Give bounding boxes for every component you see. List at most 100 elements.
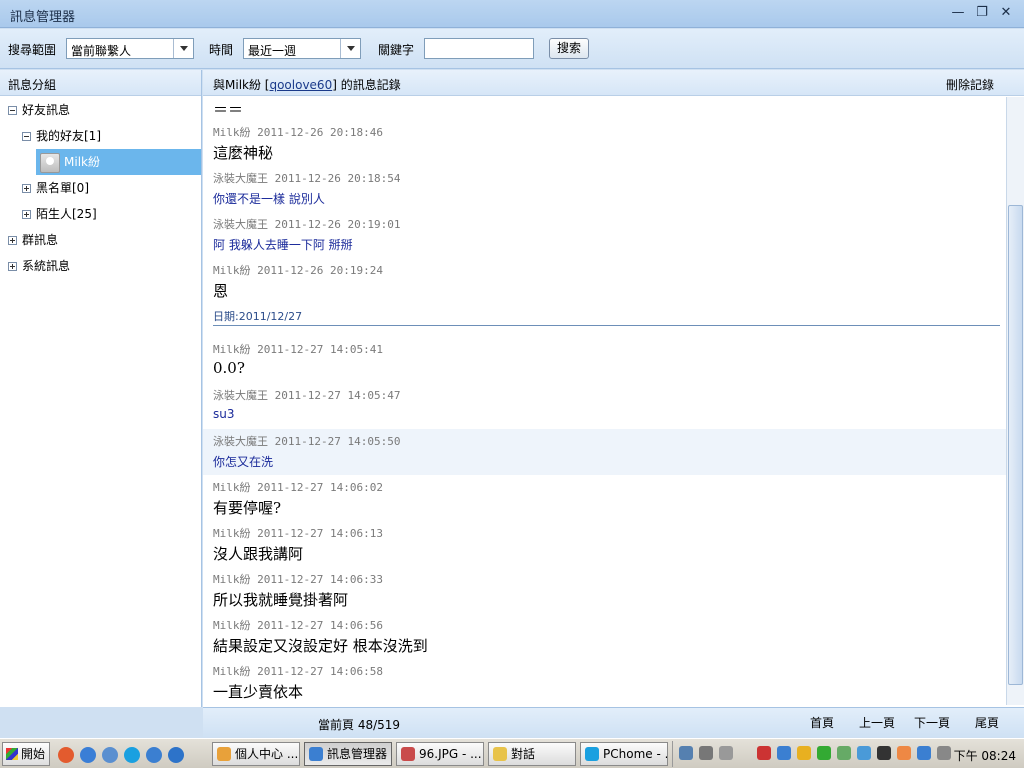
message-meta: Milk紛 2011-12-27 14:05:41: [213, 343, 383, 356]
message-meta: 泳裝大魔王 2011-12-27 14:05:47: [213, 389, 401, 402]
keyword-label: 關鍵字: [378, 43, 415, 57]
tray-icon[interactable]: [699, 746, 713, 760]
search-bar: 搜尋範圍 當前聯繫人 時間 最近一週 關鍵字 搜索: [0, 29, 1024, 69]
message-meta: Milk紛 2011-12-27 14:06:13: [213, 527, 383, 540]
next-page-link[interactable]: 下一頁: [914, 714, 950, 731]
tree-node-contact-milk[interactable]: Milk紛: [36, 149, 201, 175]
tray-icon[interactable]: [777, 746, 791, 760]
avatar: [40, 152, 60, 173]
tray-icon[interactable]: [757, 746, 771, 760]
message-text: su3: [213, 407, 235, 421]
group-tree-header: 訊息分組: [0, 70, 201, 96]
collapse-icon[interactable]: [8, 106, 17, 115]
message-meta: Milk紛 2011-12-27 14:06:02: [213, 481, 383, 494]
tree-node-label: Milk紛: [64, 155, 100, 169]
tree-node-strangers[interactable]: 陌生人[25]: [22, 204, 97, 224]
message-item: Milk紛 2011-12-27 14:06:56 結果設定又沒設定好 根本沒洗…: [203, 617, 1006, 656]
messenger-icon[interactable]: [146, 747, 162, 763]
message-meta: 泳裝大魔王 2011-12-26 20:18:54: [213, 172, 401, 185]
start-button[interactable]: 開始: [2, 742, 50, 766]
task-item[interactable]: 96.JPG - ...: [396, 742, 484, 766]
message-meta: Milk紛 2011-12-27 14:06:58: [213, 665, 383, 678]
tray-icon[interactable]: [817, 746, 831, 760]
message-meta: Milk紛 2011-12-26 20:18:46: [213, 126, 383, 139]
expand-icon[interactable]: [8, 236, 17, 245]
tray-icon[interactable]: [877, 746, 891, 760]
search-button[interactable]: 搜索: [549, 38, 589, 59]
scrollbar-thumb[interactable]: [1008, 205, 1023, 685]
maximize-icon[interactable]: ❐: [974, 5, 990, 21]
chevron-down-icon[interactable]: [340, 39, 360, 58]
title-suffix: ] 的訊息記錄: [332, 78, 401, 92]
keyword-input[interactable]: [424, 38, 534, 59]
message-item: Milk紛 2011-12-27 14:06:13 沒人跟我講阿: [203, 525, 1006, 564]
message-item: Milk紛 2011-12-27 14:06:02 有要停喔?: [203, 479, 1006, 518]
pagination-bar: 當前頁 48/519 首頁 上一頁 下一頁 尾頁: [203, 707, 1024, 737]
message-fragment: ＝＝: [203, 97, 1006, 120]
conversation-header: 與Milk紛 [qoolove60] 的訊息記錄 刪除記錄: [203, 70, 1024, 96]
chevron-down-icon[interactable]: [173, 39, 193, 58]
time-select[interactable]: 最近一週: [243, 38, 361, 59]
tree-node-label: 好友訊息: [22, 103, 71, 117]
message-text: 你怎又在洗: [213, 455, 274, 469]
tray-icon[interactable]: [797, 746, 811, 760]
task-item[interactable]: 對話: [488, 742, 576, 766]
message-item: 泳裝大魔王 2011-12-27 14:05:47 su3: [203, 387, 1006, 421]
tree-node-friend-messages[interactable]: 好友訊息: [8, 100, 70, 120]
close-icon[interactable]: ✕: [998, 5, 1014, 21]
message-item-hovered: 泳裝大魔王 2011-12-27 14:05:50 你怎又在洗: [203, 429, 1006, 475]
tree-node-my-friends[interactable]: 我的好友[1]: [22, 126, 101, 146]
expand-icon[interactable]: [8, 262, 17, 271]
message-meta: Milk紛 2011-12-27 14:06:56: [213, 619, 383, 632]
message-text: 有要停喔?: [213, 499, 282, 517]
contact-id-link[interactable]: qoolove60: [269, 78, 332, 92]
message-text: 0.0?: [213, 359, 245, 377]
tray-icon[interactable]: [937, 746, 951, 760]
tree-node-label: 陌生人[25]: [36, 207, 97, 221]
minimize-icon[interactable]: —: [950, 5, 966, 21]
media-player-icon[interactable]: [80, 747, 96, 763]
tree-node-group-messages[interactable]: 群訊息: [8, 230, 58, 250]
message-text: 這麼神秘: [213, 144, 274, 162]
expand-icon[interactable]: [22, 184, 31, 193]
task-item[interactable]: 個人中心 ...: [212, 742, 300, 766]
taskbar: 開始 個人中心 ... 訊息管理器 96.JPG - ... 對話 PChome…: [0, 738, 1024, 768]
message-text: 結果設定又沒設定好 根本沒洗到: [213, 637, 428, 655]
page-indicator: 當前頁 48/519: [318, 718, 401, 732]
task-item-active[interactable]: 訊息管理器: [304, 742, 392, 766]
prev-page-link[interactable]: 上一頁: [859, 714, 895, 731]
internet-explorer-icon[interactable]: [168, 747, 184, 763]
time-label: 時間: [209, 43, 234, 57]
message-meta: Milk紛 2011-12-27 14:06:33: [213, 573, 383, 586]
task-item[interactable]: PChome - ...: [580, 742, 668, 766]
tree-node-blacklist[interactable]: 黑名單[0]: [22, 178, 89, 198]
scope-select[interactable]: 當前聯繫人: [66, 38, 194, 59]
first-page-link[interactable]: 首頁: [810, 714, 834, 731]
skype-icon[interactable]: [124, 747, 140, 763]
expand-icon[interactable]: [22, 210, 31, 219]
delete-records-button[interactable]: 刪除記錄: [946, 76, 994, 93]
collapse-icon[interactable]: [22, 132, 31, 141]
title-bar: 訊息管理器 — ❐ ✕: [0, 0, 1024, 28]
tray-icon[interactable]: [917, 746, 931, 760]
window-controls: — ❐ ✕: [950, 5, 1014, 21]
scope-label: 搜尋範圍: [8, 43, 57, 57]
message-meta: Milk紛 2011-12-26 20:19:24: [213, 264, 383, 277]
message-text: 所以我就睡覺掛著阿: [213, 591, 349, 609]
clock: 下午 08:24: [953, 749, 1016, 763]
tray-icon[interactable]: [837, 746, 851, 760]
message-scrollbar[interactable]: [1006, 97, 1024, 705]
tree-node-system-messages[interactable]: 系統訊息: [8, 256, 70, 276]
conversation-title: 與Milk紛 [qoolove60] 的訊息記錄: [213, 76, 401, 93]
tray-icon[interactable]: [679, 746, 693, 760]
tray-icon[interactable]: [857, 746, 871, 760]
message-item: Milk紛 2011-12-27 14:06:33 所以我就睡覺掛著阿: [203, 571, 1006, 610]
last-page-link[interactable]: 尾頁: [975, 714, 999, 731]
tray-icon[interactable]: [897, 746, 911, 760]
message-item: 泳裝大魔王 2011-12-26 20:19:01 阿 我躲人去睡一下阿 掰掰: [203, 216, 1006, 253]
message-item: Milk紛 2011-12-27 14:06:58 一直少賣依本: [203, 663, 1006, 702]
system-tray: 下午 08:24: [672, 741, 1024, 767]
file-manager-icon[interactable]: [102, 747, 118, 763]
tray-icon[interactable]: [719, 746, 733, 760]
browser-icon[interactable]: [58, 747, 74, 763]
